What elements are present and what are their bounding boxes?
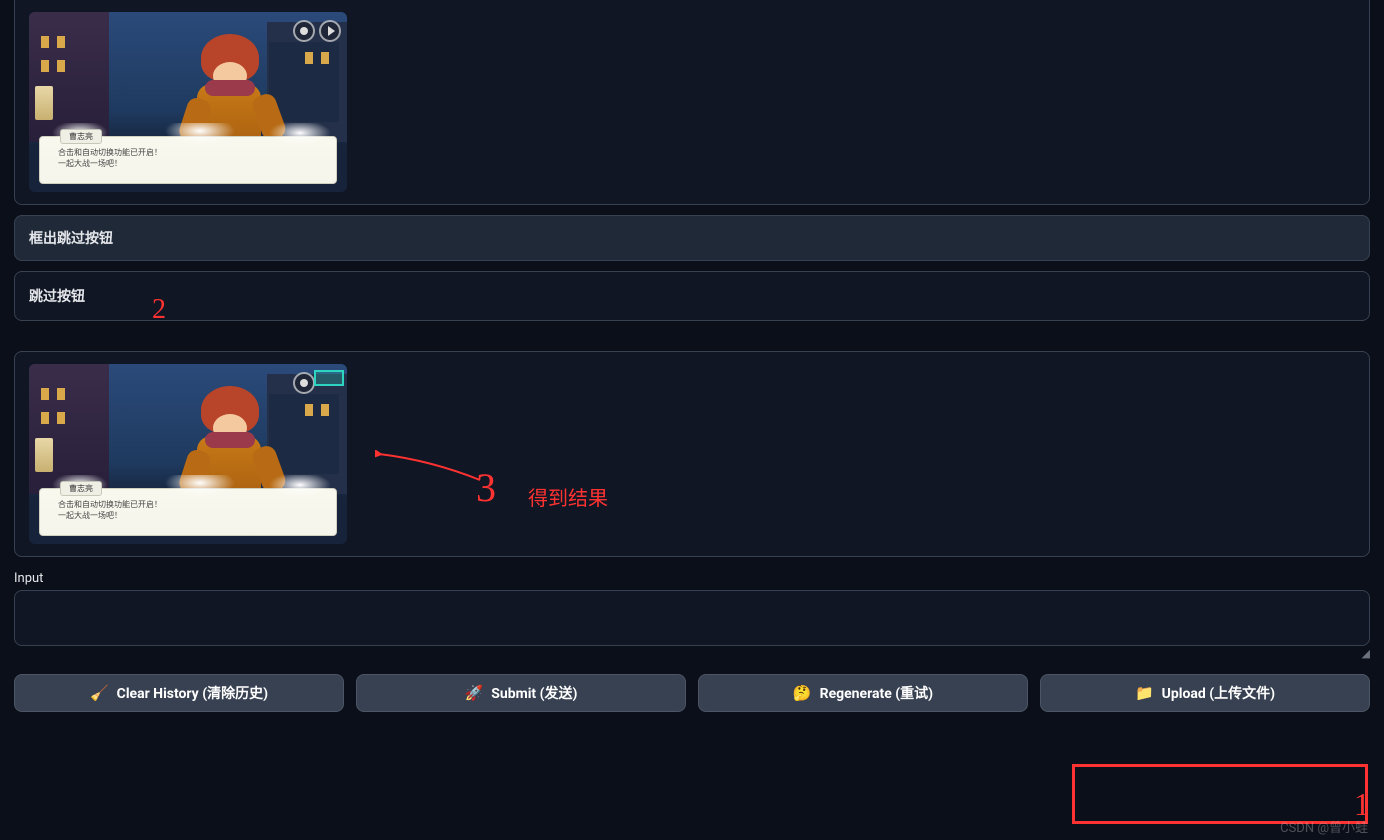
clear-button-label: Clear History (清除历史) bbox=[117, 683, 268, 703]
game-round-icon bbox=[293, 20, 315, 42]
chat-message-image-1: 曹志亮 合击和自动切换功能已开启！ 一起大战一场吧！ bbox=[14, 0, 1370, 205]
annotation-upload-highlight-box bbox=[1072, 764, 1368, 824]
regenerate-button[interactable]: 🤔 Regenerate (重试) bbox=[698, 674, 1028, 712]
rocket-icon: 🚀 bbox=[465, 684, 484, 702]
input-textarea[interactable] bbox=[14, 590, 1370, 646]
assistant-message-text: 跳过按钮 bbox=[29, 289, 85, 305]
upload-button-label: Upload (上传文件) bbox=[1162, 683, 1275, 703]
input-section: Input ◢ bbox=[14, 571, 1370, 660]
detection-highlight-box bbox=[314, 370, 344, 386]
button-row: 🧹 Clear History (清除历史) 🚀 Submit (发送) 🤔 R… bbox=[14, 674, 1370, 712]
image-thumbnail-result[interactable]: 曹志亮 合击和自动切换功能已开启！ 一起大战一场吧！ bbox=[29, 364, 347, 544]
regenerate-button-label: Regenerate (重试) bbox=[820, 683, 933, 703]
chat-message-image-result: 曹志亮 合击和自动切换功能已开启！ 一起大战一场吧！ bbox=[14, 351, 1370, 557]
game-round-icon bbox=[293, 372, 315, 394]
submit-button[interactable]: 🚀 Submit (发送) bbox=[356, 674, 686, 712]
broom-icon: 🧹 bbox=[90, 684, 109, 702]
thinking-icon: 🤔 bbox=[793, 684, 812, 702]
game-play-icon bbox=[319, 20, 341, 42]
resize-handle-icon[interactable]: ◢ bbox=[14, 647, 1370, 660]
input-label: Input bbox=[14, 571, 1370, 586]
clear-history-button[interactable]: 🧹 Clear History (清除历史) bbox=[14, 674, 344, 712]
chat-message-assistant: 跳过按钮 bbox=[14, 271, 1370, 321]
game-dialog-text: 合击和自动切换功能已开启！ 一起大战一场吧！ bbox=[58, 147, 162, 169]
game-dialog-text: 合击和自动切换功能已开启！ 一起大战一场吧！ bbox=[58, 499, 162, 521]
submit-button-label: Submit (发送) bbox=[491, 683, 577, 703]
image-thumbnail-1[interactable]: 曹志亮 合击和自动切换功能已开启！ 一起大战一场吧！ bbox=[29, 12, 347, 192]
watermark-text: CSDN @曾小蛙 bbox=[1280, 817, 1368, 836]
user-message-text: 框出跳过按钮 bbox=[29, 231, 113, 247]
upload-button[interactable]: 📁 Upload (上传文件) bbox=[1040, 674, 1370, 712]
folder-icon: 📁 bbox=[1135, 684, 1154, 702]
chat-message-user: 框出跳过按钮 bbox=[14, 215, 1370, 261]
game-dialog-name: 曹志亮 bbox=[60, 129, 102, 144]
game-dialog-name: 曹志亮 bbox=[60, 481, 102, 496]
